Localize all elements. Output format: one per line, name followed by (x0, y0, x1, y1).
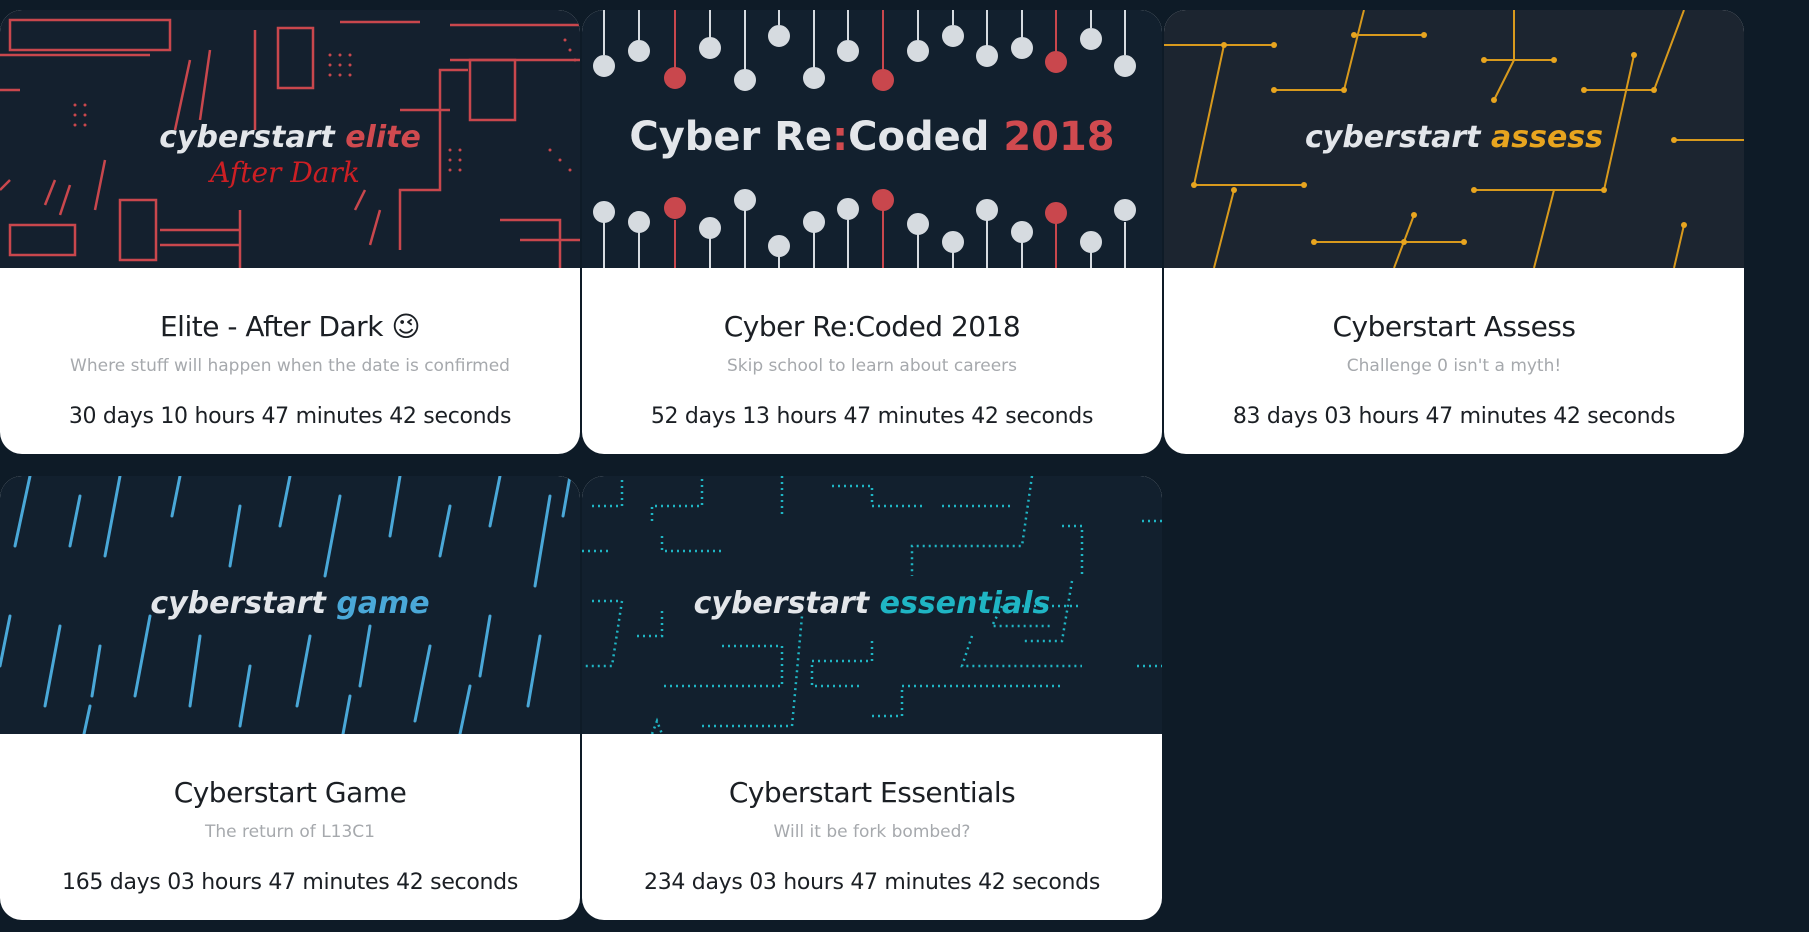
event-card-body: Elite - After Dark 😉 Where stuff will ha… (0, 268, 580, 454)
banner-accent-text: elite (345, 120, 421, 155)
svg-text:cyberstart essentials: cyberstart essentials (694, 586, 1051, 621)
event-subtitle: Challenge 0 isn't a myth! (1346, 356, 1562, 376)
banner-accent-text: game (336, 586, 429, 621)
event-banner-assess: cyberstart assess (1164, 10, 1744, 268)
event-title: Cyberstart Game (173, 776, 407, 809)
event-card-assess[interactable]: cyberstart assess Cyberstart Assess Chal… (1164, 10, 1744, 454)
banner-script-text: After Dark (207, 156, 360, 189)
event-countdown: 234 days 03 hours 47 minutes 42 seconds (644, 870, 1100, 895)
event-title: Cyber Re:Coded 2018 (723, 310, 1021, 343)
banner-brand-text: Cyber Re (629, 114, 832, 160)
event-card-body: Cyberstart Assess Challenge 0 isn't a my… (1164, 268, 1744, 454)
event-card-elite[interactable]: cyberstart elite After Dark Elite - Afte… (0, 10, 580, 454)
banner-accent-text: assess (1491, 120, 1603, 155)
svg-text:Cyber Re:Coded 2018: Cyber Re:Coded 2018 (629, 114, 1114, 160)
banner-accent-text: 2018 (1003, 114, 1114, 160)
event-subtitle: Will it be fork bombed? (773, 822, 971, 842)
banner-brand-text: cyberstart (150, 586, 327, 621)
event-banner-game: cyberstart game (0, 476, 580, 734)
banner-brand-text: cyberstart (1305, 120, 1482, 155)
event-title: Elite - After Dark 😉 (159, 310, 421, 343)
banner-brand-text-2: Coded (848, 114, 989, 160)
svg-text:cyberstart elite: cyberstart elite (159, 120, 421, 155)
event-countdown: 30 days 10 hours 47 minutes 42 seconds (68, 404, 512, 429)
event-subtitle: Skip school to learn about careers (727, 356, 1017, 376)
event-banner-recoded: Cyber Re:Coded 2018 (582, 10, 1162, 268)
svg-text:cyberstart game: cyberstart game (150, 586, 429, 621)
event-card-body: Cyberstart Game The return of L13C1 165 … (0, 734, 580, 920)
svg-text:cyberstart assess: cyberstart assess (1305, 120, 1603, 155)
banner-colon-text: : (832, 114, 848, 160)
event-countdown: 165 days 03 hours 47 minutes 42 seconds (62, 870, 518, 895)
event-banner-elite: cyberstart elite After Dark (0, 10, 580, 268)
event-countdown: 83 days 03 hours 47 minutes 42 seconds (1232, 404, 1676, 429)
event-title: Cyberstart Essentials (728, 776, 1016, 809)
banner-brand-text: cyberstart (694, 586, 871, 621)
event-countdown: 52 days 13 hours 47 minutes 42 seconds (650, 404, 1094, 429)
event-card-body: Cyber Re:Coded 2018 Skip school to learn… (582, 268, 1162, 454)
event-card-recoded[interactable]: Cyber Re:Coded 2018 Cyber Re:Coded 2018 … (582, 10, 1162, 454)
event-card-essentials[interactable]: cyberstart essentials Cyberstart Essenti… (582, 476, 1162, 920)
event-title: Cyberstart Assess (1332, 310, 1576, 343)
event-card-game[interactable]: cyberstart game Cyberstart Game The retu… (0, 476, 580, 920)
event-subtitle: Where stuff will happen when the date is… (70, 356, 510, 376)
event-banner-essentials: cyberstart essentials (582, 476, 1162, 734)
event-card-body: Cyberstart Essentials Will it be fork bo… (582, 734, 1162, 920)
banner-brand-text: cyberstart (159, 120, 336, 155)
event-subtitle: The return of L13C1 (205, 822, 375, 842)
banner-accent-text: essentials (880, 586, 1051, 621)
